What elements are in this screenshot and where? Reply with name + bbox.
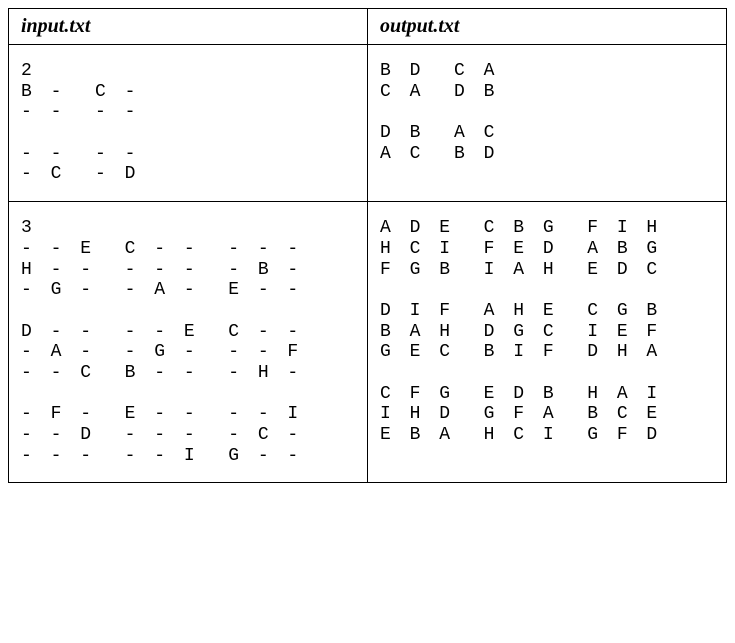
input-text: 3 - - E C - - - - - H - - - - - - B - - … — [21, 218, 355, 466]
output-cell: A D E C B G F I H H C I F E D A B G F G … — [368, 202, 727, 483]
table-row: 3 - - E C - - - - - H - - - - - - B - - … — [9, 202, 727, 483]
input-cell: 2 B - C - - - - - - - - - - C - D — [9, 45, 368, 202]
output-text: B D C A C A D B D B A C A C B D — [380, 61, 714, 164]
output-cell: B D C A C A D B D B A C A C B D — [368, 45, 727, 202]
table-row: 2 B - C - - - - - - - - - - C - D B D C … — [9, 45, 727, 202]
input-cell: 3 - - E C - - - - - H - - - - - - B - - … — [9, 202, 368, 483]
io-table: input.txt output.txt 2 B - C - - - - - -… — [8, 8, 727, 483]
output-text: A D E C B G F I H H C I F E D A B G F G … — [380, 218, 714, 446]
header-output: output.txt — [368, 9, 727, 45]
header-input: input.txt — [9, 9, 368, 45]
input-text: 2 B - C - - - - - - - - - - C - D — [21, 61, 355, 185]
